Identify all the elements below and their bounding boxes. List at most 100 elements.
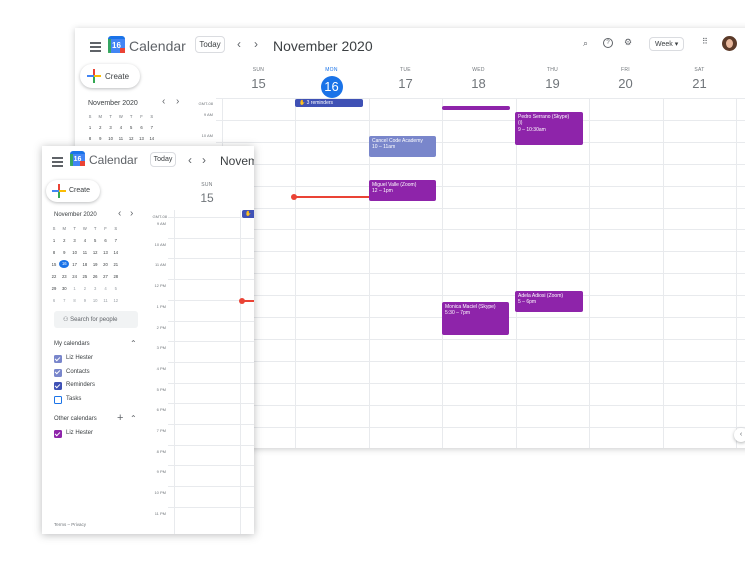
account-avatar[interactable] xyxy=(722,36,737,51)
mini-day[interactable]: 10 xyxy=(70,250,80,255)
event-adela-adiosi[interactable]: Adela Adiosi (Zoom) 5 – 6pm xyxy=(515,291,583,312)
event-pedro-serrano[interactable]: Pedro Serrano (Skype) (i) 9 – 10:30am xyxy=(515,112,583,145)
mini-day[interactable]: 2 xyxy=(80,286,90,291)
event-cancel-code-academy[interactable]: Cancel Code Academy 10 – 11am xyxy=(369,136,436,157)
mini-day[interactable]: 7 xyxy=(147,125,157,130)
search-icon[interactable]: ⌕ xyxy=(583,38,588,49)
prev-day-icon[interactable]: ‹ xyxy=(188,153,192,167)
mini-day[interactable]: 3 xyxy=(106,125,116,130)
mini-day[interactable]: 8 xyxy=(85,136,95,141)
mini-day[interactable]: 6 xyxy=(101,238,111,243)
next-week-icon[interactable]: › xyxy=(254,37,258,51)
event-monica-maciel[interactable]: Monica Maciel (Skype) 5:30 – 7pm xyxy=(442,302,509,335)
today-button[interactable]: Today xyxy=(195,36,225,53)
mini-day[interactable]: 12 xyxy=(90,250,100,255)
mini-day[interactable]: 27 xyxy=(101,274,111,279)
mini-day[interactable]: 5 xyxy=(126,125,136,130)
search-people-input[interactable]: ⚇ Search for people xyxy=(54,311,138,328)
mini-prev-icon[interactable]: ‹ xyxy=(162,96,165,107)
day-header[interactable]: FRI 20 xyxy=(589,67,662,91)
day-header[interactable]: SUN 15 xyxy=(222,67,295,91)
settings-gear-icon[interactable]: ⚙ xyxy=(624,37,632,48)
event-miguel-valle[interactable]: Miguel Valle (Zoom) 12 – 1pm xyxy=(369,180,436,201)
mini-day[interactable]: 6 xyxy=(49,298,59,303)
mini-day[interactable]: 7 xyxy=(111,238,121,243)
mini-day[interactable]: 14 xyxy=(111,250,121,255)
mini-day[interactable]: 18 xyxy=(80,262,90,267)
mini-day[interactable]: 3 xyxy=(90,286,100,291)
day-header[interactable]: TUE 17 xyxy=(369,67,442,91)
mini-day[interactable]: 14 xyxy=(147,136,157,141)
mini-day[interactable]: 29 xyxy=(49,286,59,291)
mini-day[interactable]: 5 xyxy=(90,238,100,243)
mini-day[interactable]: 11 xyxy=(80,250,90,255)
mini-day[interactable]: 10 xyxy=(106,136,116,141)
mini-day[interactable]: 16 xyxy=(59,260,70,268)
day-header[interactable]: MON 16 xyxy=(295,67,368,98)
mini-day[interactable]: 8 xyxy=(70,298,80,303)
mini-day[interactable]: 6 xyxy=(137,125,147,130)
collapse-other-calendars-icon[interactable]: ⌃ xyxy=(130,414,137,423)
day-header[interactable]: SAT 21 xyxy=(663,67,736,91)
mini-day[interactable]: 1 xyxy=(70,286,80,291)
mini-day[interactable]: 4 xyxy=(101,286,111,291)
mini-day[interactable]: 11 xyxy=(116,136,126,141)
side-panel-toggle-icon[interactable]: ‹ xyxy=(734,428,745,442)
calendar-checkbox[interactable] xyxy=(54,355,62,363)
my-calendars-title[interactable]: My calendars xyxy=(54,341,90,347)
mini-prev-icon[interactable]: ‹ xyxy=(118,208,121,219)
day-header[interactable]: WED 18 xyxy=(442,67,515,91)
mini-day[interactable]: 2 xyxy=(95,125,105,130)
main-menu-icon[interactable] xyxy=(90,42,101,54)
mini-day[interactable]: 13 xyxy=(101,250,111,255)
day-header[interactable]: THU 19 xyxy=(516,67,589,91)
mini-day[interactable]: 7 xyxy=(59,298,69,303)
create-button[interactable]: Create xyxy=(80,64,140,88)
mini-day[interactable]: 10 xyxy=(90,298,100,303)
add-other-calendar-icon[interactable]: + xyxy=(117,412,123,424)
create-button[interactable]: Create xyxy=(46,180,100,202)
mini-day[interactable]: 8 xyxy=(49,250,59,255)
mini-day[interactable]: 30 xyxy=(59,286,69,291)
apps-grid-icon[interactable]: ⠿ xyxy=(702,37,708,46)
mini-day[interactable]: 3 xyxy=(70,238,80,243)
mini-day[interactable]: 28 xyxy=(111,274,121,279)
mini-day[interactable]: 17 xyxy=(70,262,80,267)
main-menu-icon[interactable] xyxy=(52,157,63,169)
mini-day[interactable]: 11 xyxy=(101,298,111,303)
mini-day[interactable]: 2 xyxy=(59,238,69,243)
calendar-checkbox[interactable] xyxy=(54,430,62,438)
mini-day[interactable]: 25 xyxy=(80,274,90,279)
mini-day[interactable]: 4 xyxy=(80,238,90,243)
reminders-chip[interactable]: ✋ xyxy=(242,210,254,218)
prev-week-icon[interactable]: ‹ xyxy=(237,37,241,51)
footer-links[interactable]: Terms – Privacy xyxy=(54,522,86,527)
mini-day[interactable]: 23 xyxy=(59,274,69,279)
other-calendars-title[interactable]: Other calendars xyxy=(54,416,97,422)
mini-next-icon[interactable]: › xyxy=(176,96,179,107)
help-icon[interactable]: ? xyxy=(603,38,613,48)
mini-day[interactable]: 19 xyxy=(90,262,100,267)
event-block[interactable] xyxy=(442,106,510,110)
calendar-checkbox[interactable] xyxy=(54,395,62,404)
mini-next-icon[interactable]: › xyxy=(130,208,133,219)
mini-day[interactable]: 20 xyxy=(101,262,111,267)
today-button[interactable]: Today xyxy=(150,152,176,167)
mini-day[interactable]: 4 xyxy=(116,125,126,130)
mini-day[interactable]: 13 xyxy=(137,136,147,141)
calendar-checkbox[interactable] xyxy=(54,382,62,390)
mini-day[interactable]: 26 xyxy=(90,274,100,279)
mini-day[interactable]: 12 xyxy=(126,136,136,141)
mini-day[interactable]: 12 xyxy=(111,298,121,303)
view-select[interactable]: Week ▾ xyxy=(649,37,685,51)
mini-day[interactable]: 9 xyxy=(59,250,69,255)
mini-day[interactable]: 21 xyxy=(111,262,121,267)
mini-day[interactable]: 1 xyxy=(49,238,59,243)
day-header[interactable]: SUN 15 xyxy=(192,182,222,205)
next-day-icon[interactable]: › xyxy=(202,153,206,167)
mini-day[interactable]: 1 xyxy=(85,125,95,130)
mini-day[interactable]: 15 xyxy=(49,262,59,267)
mini-day[interactable]: 9 xyxy=(95,136,105,141)
mini-day[interactable]: 22 xyxy=(49,274,59,279)
collapse-my-calendars-icon[interactable]: ⌃ xyxy=(130,339,137,348)
